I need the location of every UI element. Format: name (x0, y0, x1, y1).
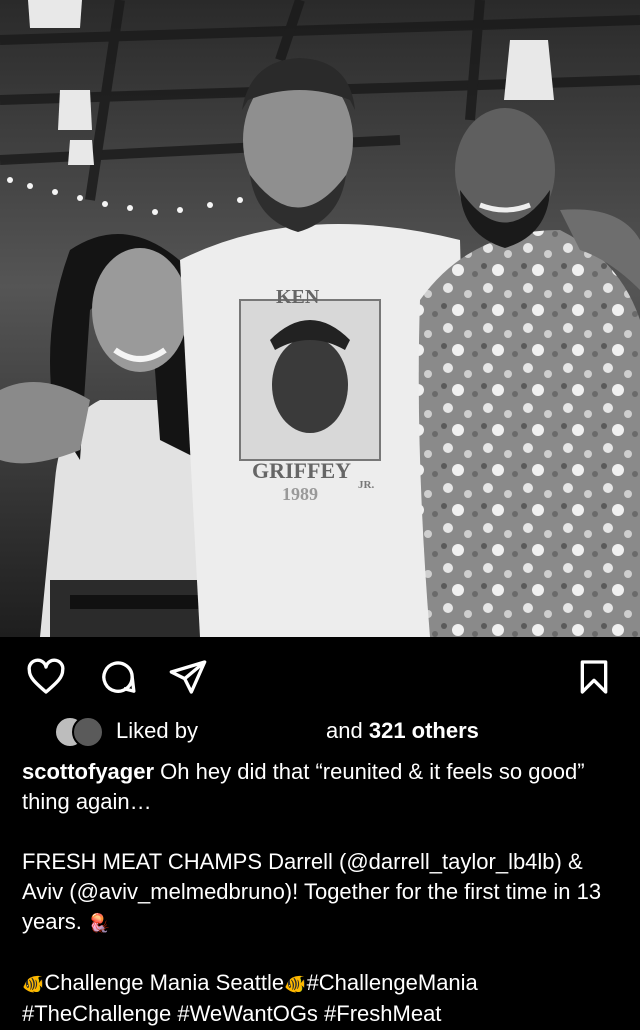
caption-username[interactable]: scottofyager (22, 759, 154, 784)
bookmark-icon[interactable] (572, 655, 616, 699)
likes-and-text: and (326, 718, 363, 743)
shirt-suffix: JR. (358, 479, 374, 491)
fish-emoji: 🐠 (22, 974, 45, 994)
avatar (72, 716, 104, 748)
likes-count[interactable]: 321 others (369, 718, 479, 743)
likes-row: Liked by and 321 others (22, 712, 622, 748)
caption-tag-line-a: Challenge Mania Seattle (44, 970, 285, 995)
shirt-name-top: KEN (276, 286, 320, 308)
shirt-year: 1989 (282, 484, 318, 504)
hashtags-line[interactable]: #TheChallenge #WeWantOGs #FreshMeat (22, 1001, 441, 1026)
comment-icon[interactable] (96, 655, 140, 699)
post-caption: scottofyager Oh hey did that “reunited &… (22, 757, 622, 1029)
heart-icon[interactable] (24, 655, 68, 699)
post-photo[interactable]: KEN GRIFFEY JR. 1989 (0, 0, 640, 637)
likes-count-link[interactable]: and 321 others (326, 718, 479, 744)
liked-by-label: Liked by (116, 718, 198, 743)
shirt-name-bottom: GRIFFEY (252, 458, 351, 483)
jellyfish-emoji: 🪼 (88, 913, 111, 933)
photo-illustration: KEN GRIFFEY JR. 1989 (0, 0, 640, 637)
send-icon[interactable] (166, 655, 210, 699)
post-action-bar (0, 637, 640, 717)
fish-emoji-2: 🐠 (284, 974, 307, 994)
hashtag-challengemania[interactable]: #ChallengeMania (307, 970, 478, 995)
